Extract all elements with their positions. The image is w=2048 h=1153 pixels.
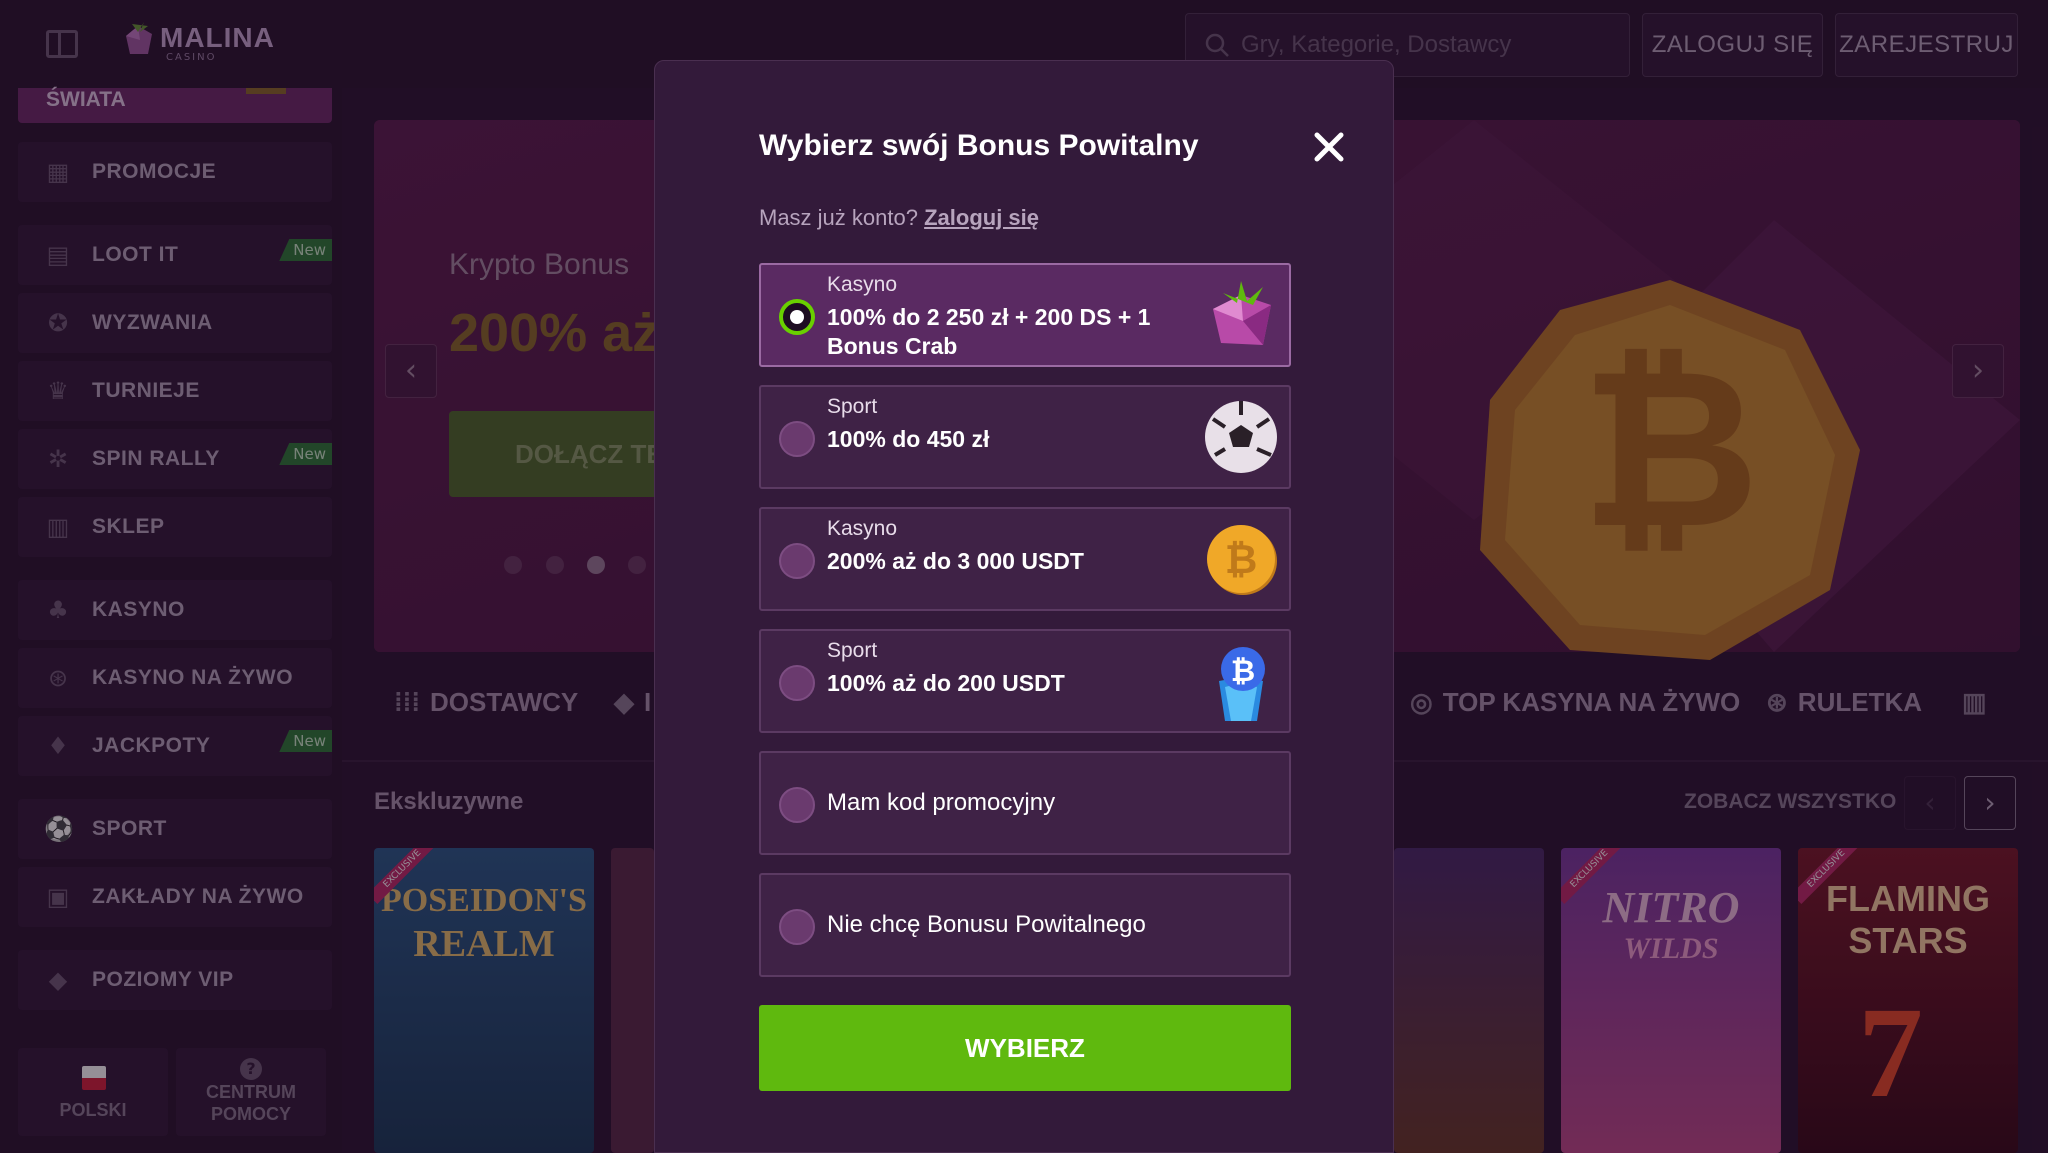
no-bonus-option[interactable]: Nie chcę Bonusu Powitalnego [759,873,1291,977]
bonus-option-sport-2[interactable]: Sport 100% aż do 200 USDT ₿ [759,629,1291,733]
option-value: 100% aż do 200 USDT [827,670,1065,696]
svg-text:₿: ₿ [1225,537,1258,583]
option-label: Mam kod promocyjny [827,789,1056,816]
bitcoin-coin-icon: ₿ [1207,525,1277,595]
gem-icon [1213,281,1271,345]
option-category: Sport [827,395,878,418]
radio-button[interactable] [779,299,815,335]
close-icon[interactable] [1309,127,1349,167]
svg-text:₿: ₿ [1231,654,1255,689]
option-category: Sport [827,639,878,662]
radio-button[interactable] [779,421,815,457]
promo-code-option[interactable]: Mam kod promocyjny [759,751,1291,855]
option-value: 100% do 2 250 zł + 200 DS + 1 Bonus Crab [827,304,1151,359]
welcome-bonus-modal: Wybierz swój Bonus Powitalny Masz już ko… [654,60,1394,1153]
radio-button[interactable] [779,665,815,701]
football-icon [1205,401,1277,473]
radio-button[interactable] [779,543,815,579]
bonus-option-sport-1[interactable]: Sport 100% do 450 zł [759,385,1291,489]
option-category: Kasyno [827,517,898,540]
option-label: Nie chcę Bonusu Powitalnego [827,911,1146,938]
bitcoin-crystal-icon: ₿ [1219,647,1265,721]
radio-button[interactable] [779,909,815,945]
subtitle-text: Masz już konto? [759,205,918,230]
bonus-option-casino-1[interactable]: Kasyno 100% do 2 250 zł + 200 DS + 1 Bon… [759,263,1291,367]
modal-title: Wybierz swój Bonus Powitalny [759,129,1199,162]
option-value: 200% aż do 3 000 USDT [827,548,1084,574]
select-button[interactable]: WYBIERZ [759,1005,1291,1091]
option-value: 100% do 450 zł [827,426,990,452]
login-link[interactable]: Zaloguj się [924,205,1039,230]
bonus-option-casino-2[interactable]: Kasyno 200% aż do 3 000 USDT ₿ [759,507,1291,611]
modal-subtitle: Masz już konto? Zaloguj się [759,205,1039,231]
option-category: Kasyno [827,273,898,296]
radio-button[interactable] [779,787,815,823]
